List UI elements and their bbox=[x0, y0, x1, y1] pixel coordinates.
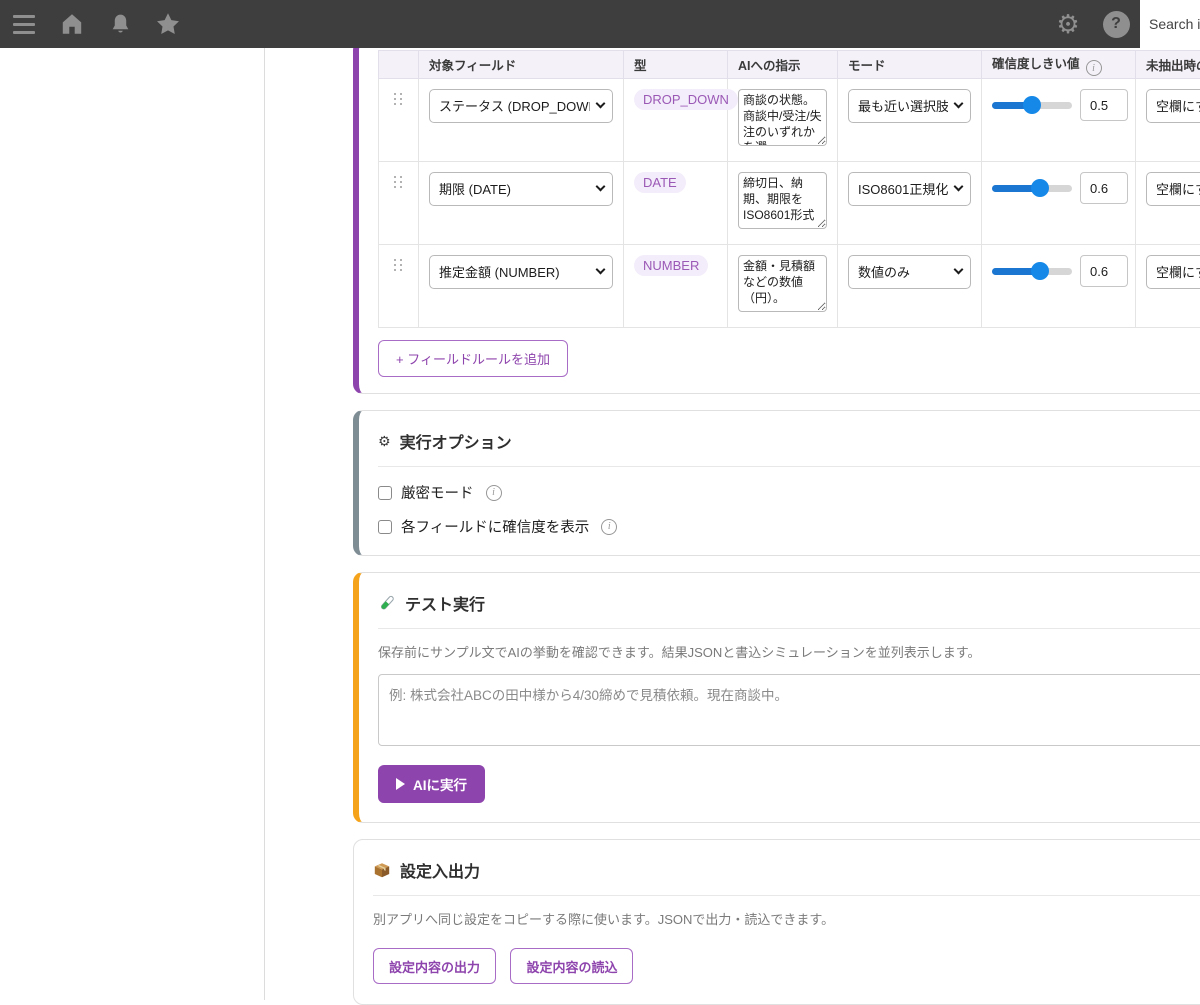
section-title-text: 実行オプション bbox=[400, 429, 512, 453]
fallback-select[interactable]: 空欄にする bbox=[1146, 172, 1200, 206]
test-run-description: 保存前にサンプル文でAIの挙動を確認できます。結果JSONと書込シミュレーション… bbox=[359, 629, 1200, 661]
import-config-button[interactable]: 設定内容の読込 bbox=[510, 948, 633, 984]
drag-handle-icon[interactable] bbox=[394, 259, 404, 271]
ai-instruction-textarea[interactable]: 商談の状態。商談中/受注/失注のいずれかを選 bbox=[738, 89, 827, 146]
show-confidence-option: 各フィールドに確信度を表示 i bbox=[378, 516, 1200, 537]
package-box-icon bbox=[373, 861, 391, 879]
settings-gear-icon[interactable]: ⚙ bbox=[1044, 0, 1092, 48]
test-run-card: テスト実行 保存前にサンプル文でAIの挙動を確認できます。結果JSONと書込シミ… bbox=[353, 572, 1200, 823]
bell-glyph bbox=[108, 12, 133, 37]
confidence-slider[interactable] bbox=[992, 172, 1072, 204]
execution-options-card: ⚙ 実行オプション 厳密モード i 各フィールドに確信度を表示 i bbox=[353, 410, 1200, 556]
table-row: 推定金額 (NUMBER) NUMBER 金額・見積額などの数値（円）。 数値の… bbox=[379, 245, 1200, 328]
field-rules-card: 対象フィールド 型 AIへの指示 モード 確信度しきい値i 未抽出時の ステータ… bbox=[353, 40, 1200, 394]
test-tube-icon bbox=[378, 594, 396, 612]
favorites-star-icon[interactable] bbox=[144, 0, 192, 48]
gear-glyph: ⚙ bbox=[1056, 11, 1079, 37]
strict-mode-option: 厳密モード i bbox=[378, 482, 1200, 503]
config-io-card: 設定入出力 別アプリへ同じ設定をコピーする際に使います。JSONで出力・読込でき… bbox=[353, 839, 1200, 1005]
slider-thumb[interactable] bbox=[1023, 96, 1041, 114]
top-app-bar: ⚙ ? bbox=[0, 0, 1200, 48]
col-header-mode: モード bbox=[838, 51, 982, 79]
col-header-instruction: AIへの指示 bbox=[728, 51, 838, 79]
home-icon[interactable] bbox=[48, 0, 96, 48]
table-row: ステータス (DROP_DOWN) DROP_DOWN 商談の状態。商談中/受注… bbox=[379, 79, 1200, 162]
confidence-value-input[interactable] bbox=[1080, 89, 1128, 121]
drag-handle-icon[interactable] bbox=[394, 93, 404, 105]
fallback-select[interactable]: 空欄にする bbox=[1146, 255, 1200, 289]
hamburger-glyph bbox=[13, 15, 35, 34]
settings-main-content: 対象フィールド 型 AIへの指示 モード 確信度しきい値i 未抽出時の ステータ… bbox=[353, 48, 1200, 1000]
hamburger-menu-icon[interactable] bbox=[0, 0, 48, 48]
table-row: 期限 (DATE) DATE 締切日、納期、期限をISO8601形式 ISO86… bbox=[379, 162, 1200, 245]
col-header-confidence: 確信度しきい値i bbox=[982, 51, 1136, 79]
type-badge: DROP_DOWN bbox=[634, 89, 738, 110]
drag-column-header bbox=[379, 51, 419, 79]
confidence-value-input[interactable] bbox=[1080, 172, 1128, 204]
ai-instruction-textarea[interactable]: 締切日、納期、期限をISO8601形式 bbox=[738, 172, 827, 229]
export-config-button[interactable]: 設定内容の出力 bbox=[373, 948, 496, 984]
gear-icon: ⚙ bbox=[378, 433, 391, 450]
drag-handle-icon[interactable] bbox=[394, 176, 404, 188]
run-ai-button[interactable]: AIに実行 bbox=[378, 765, 485, 803]
info-icon[interactable]: i bbox=[486, 485, 502, 501]
test-sample-textarea[interactable] bbox=[378, 674, 1200, 746]
execution-options-title: ⚙ 実行オプション bbox=[359, 411, 1200, 466]
run-ai-button-label: AIに実行 bbox=[413, 774, 467, 794]
checkbox-label: 各フィールドに確信度を表示 bbox=[401, 516, 589, 537]
help-icon[interactable]: ? bbox=[1092, 0, 1140, 48]
info-icon[interactable]: i bbox=[601, 519, 617, 535]
col-header-field: 対象フィールド bbox=[419, 51, 624, 79]
config-io-description: 別アプリへ同じ設定をコピーする際に使います。JSONで出力・読込できます。 bbox=[354, 896, 1200, 928]
add-field-rule-button[interactable]: + フィールドルールを追加 bbox=[378, 340, 568, 377]
confidence-slider[interactable] bbox=[992, 255, 1072, 287]
test-run-title: テスト実行 bbox=[359, 573, 1200, 628]
confidence-value-input[interactable] bbox=[1080, 255, 1128, 287]
type-badge: NUMBER bbox=[634, 255, 708, 276]
search-input[interactable] bbox=[1140, 0, 1200, 48]
question-glyph: ? bbox=[1103, 11, 1130, 38]
info-icon[interactable]: i bbox=[1086, 60, 1102, 76]
star-glyph bbox=[154, 10, 182, 38]
strict-mode-checkbox[interactable] bbox=[378, 486, 392, 500]
config-io-title: 設定入出力 bbox=[354, 840, 1200, 895]
play-icon bbox=[396, 778, 405, 790]
section-title-text: テスト実行 bbox=[405, 591, 485, 615]
field-select[interactable]: ステータス (DROP_DOWN) bbox=[429, 89, 613, 123]
field-select[interactable]: 推定金額 (NUMBER) bbox=[429, 255, 613, 289]
show-confidence-checkbox[interactable] bbox=[378, 520, 392, 534]
home-glyph bbox=[59, 11, 85, 37]
section-title-text: 設定入出力 bbox=[400, 858, 480, 882]
mode-select[interactable]: 最も近い選択肢（寛容） bbox=[848, 89, 971, 123]
fallback-select[interactable]: 空欄にする bbox=[1146, 89, 1200, 123]
left-sidebar bbox=[0, 48, 265, 1000]
checkbox-label: 厳密モード bbox=[401, 482, 474, 503]
col-header-type: 型 bbox=[624, 51, 728, 79]
mode-select[interactable]: 数値のみ bbox=[848, 255, 971, 289]
slider-thumb[interactable] bbox=[1031, 262, 1049, 280]
col-header-fallback: 未抽出時の bbox=[1136, 51, 1200, 79]
field-select[interactable]: 期限 (DATE) bbox=[429, 172, 613, 206]
confidence-slider[interactable] bbox=[992, 89, 1072, 121]
field-rules-table: 対象フィールド 型 AIへの指示 モード 確信度しきい値i 未抽出時の ステータ… bbox=[378, 50, 1200, 328]
mode-select[interactable]: ISO8601正規化 bbox=[848, 172, 971, 206]
notifications-bell-icon[interactable] bbox=[96, 0, 144, 48]
type-badge: DATE bbox=[634, 172, 686, 193]
table-header-row: 対象フィールド 型 AIへの指示 モード 確信度しきい値i 未抽出時の bbox=[379, 51, 1200, 79]
slider-thumb[interactable] bbox=[1031, 179, 1049, 197]
ai-instruction-textarea[interactable]: 金額・見積額などの数値（円）。 bbox=[738, 255, 827, 312]
